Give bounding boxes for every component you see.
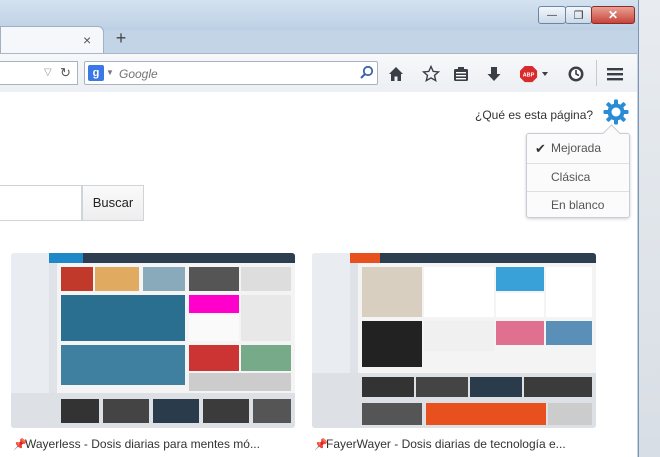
menu-item-en-blanco[interactable]: En blanco	[527, 191, 629, 219]
reload-icon[interactable]: ↻	[60, 65, 71, 81]
pin-icon[interactable]: 📌	[314, 438, 328, 451]
menu-item-mejorada[interactable]: ✔ Mejorada	[527, 135, 629, 162]
navigation-toolbar: ▽ ↻ g ▼ ABP	[0, 53, 637, 93]
desktop-background	[638, 0, 660, 457]
svg-text:ABP: ABP	[523, 73, 535, 79]
search-button[interactable]: Buscar	[82, 185, 144, 221]
what-is-this-page-link[interactable]: ¿Qué es esta página?	[475, 108, 593, 122]
site-thumbnail	[312, 253, 596, 428]
bookmark-star-icon[interactable]	[421, 64, 441, 84]
menu-item-label: Clásica	[551, 170, 591, 184]
search-input[interactable]	[117, 64, 351, 84]
checkmark-icon: ✔	[535, 141, 546, 156]
layout-menu: ✔ Mejorada Clásica En blanco	[526, 133, 630, 218]
new-tab-page: ¿Qué es esta página? ✔ Mejorada Clásica …	[0, 92, 637, 457]
gear-icon[interactable]	[602, 98, 630, 126]
new-tab-button[interactable]: +	[112, 28, 130, 48]
menu-item-label: En blanco	[551, 198, 605, 212]
history-clock-icon[interactable]	[566, 64, 586, 84]
toolbar-separator	[596, 60, 597, 86]
top-site-title[interactable]: FayerWayer - Dosis diarias de tecnología…	[326, 437, 566, 451]
browser-window: — ❐ ✕ × + ▽ ↻ g ▼ A	[0, 0, 639, 457]
minimize-icon: —	[547, 9, 557, 21]
close-icon: ✕	[607, 8, 619, 22]
hamburger-menu-icon[interactable]	[605, 64, 625, 84]
google-engine-icon[interactable]: g	[88, 65, 104, 81]
history-dropdown-icon[interactable]: ▽	[44, 67, 52, 78]
top-site-caption: 📌FayerWayer - Dosis diarias de tecnologí…	[314, 437, 614, 451]
minimize-button[interactable]: —	[538, 6, 566, 24]
maximize-button[interactable]: ❐	[565, 6, 592, 24]
top-site-tile-fayerwayer[interactable]	[312, 253, 596, 428]
downloads-icon[interactable]	[484, 64, 504, 84]
adblock-plus-icon[interactable]: ABP	[520, 64, 550, 84]
site-thumbnail	[11, 253, 295, 428]
bookmarks-menu-icon[interactable]	[451, 64, 471, 84]
top-site-tile-wayerless[interactable]	[11, 253, 295, 428]
tab-new-tab[interactable]: ×	[0, 26, 104, 54]
url-bar[interactable]: ▽ ↻	[0, 61, 78, 85]
home-icon[interactable]	[386, 64, 406, 84]
search-icon[interactable]	[359, 65, 375, 84]
search-bar[interactable]: g ▼	[84, 61, 378, 85]
engine-dropdown-icon[interactable]: ▼	[106, 68, 114, 77]
menu-item-label: Mejorada	[551, 141, 602, 155]
menu-item-clasica[interactable]: Clásica	[527, 163, 629, 191]
close-window-button[interactable]: ✕	[591, 6, 635, 24]
page-search-input[interactable]	[0, 185, 82, 221]
top-site-caption: 📌Wayerless - Dosis diarias para mentes m…	[13, 437, 293, 451]
tab-close-icon[interactable]: ×	[83, 32, 91, 48]
top-site-title[interactable]: Wayerless - Dosis diarias para mentes mó…	[25, 437, 260, 451]
pin-icon[interactable]: 📌	[13, 438, 27, 451]
maximize-icon: ❐	[573, 9, 584, 22]
